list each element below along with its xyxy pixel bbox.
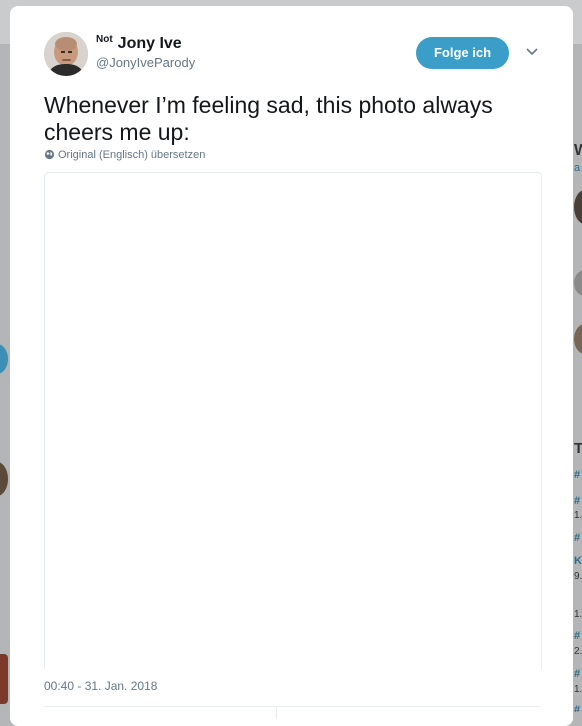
background-avatar — [574, 190, 582, 224]
background-right-column: W a T # # 1. # K 9. 1. # 2. # 1. # @ — [572, 44, 582, 712]
background-avatar — [0, 654, 8, 704]
translate-label: Original (Englisch) übersetzen — [58, 149, 206, 161]
more-options-button[interactable] — [522, 44, 542, 60]
background-snippet: # — [574, 469, 581, 481]
tweet-modal: Not Jony Ive @JonyIveParody Folge ich Whe… — [10, 6, 573, 726]
background-blue-button — [0, 344, 8, 374]
background-snippet: # — [574, 630, 581, 642]
divider — [44, 706, 540, 707]
divider — [276, 707, 277, 719]
background-snippet: 1. — [574, 684, 582, 695]
follow-button[interactable]: Folge ich — [416, 37, 509, 69]
author-name: Jony Ive — [117, 35, 182, 52]
background-snippet: # — [574, 495, 581, 507]
background-snippet: # — [574, 668, 581, 680]
tweet-text: Whenever I’m feeling sad, this photo alw… — [44, 92, 493, 145]
background-snippet: 1. — [574, 510, 582, 521]
background-snippet: 9. — [574, 571, 582, 582]
background-left-column — [0, 44, 10, 712]
author-handle[interactable]: @JonyIveParody — [96, 55, 195, 70]
background-snippet: K — [574, 555, 582, 567]
tweet-timestamp[interactable]: 00:40 - 31. Jan. 2018 — [44, 679, 157, 693]
background-snippet: # — [574, 704, 581, 712]
background-snippet: 2. — [574, 646, 582, 657]
chevron-down-icon — [526, 48, 538, 56]
background-trends-title: T — [574, 440, 582, 457]
author-avatar[interactable] — [44, 32, 88, 76]
author-display-name[interactable]: Not Jony Ive — [96, 34, 182, 53]
background-avatar — [574, 270, 582, 296]
author-name-prefix: Not — [96, 34, 113, 45]
tweet-media-photo[interactable] — [44, 172, 542, 669]
background-snippet: W — [574, 142, 582, 159]
translate-link[interactable]: Original (Englisch) übersetzen — [44, 149, 205, 163]
globe-icon — [44, 149, 55, 160]
background-avatar — [0, 462, 8, 496]
avatar-image — [44, 32, 88, 76]
background-snippet: a — [574, 162, 581, 174]
background-avatar — [574, 324, 582, 354]
background-snippet: 1. — [574, 609, 582, 620]
background-snippet: # — [574, 532, 581, 544]
